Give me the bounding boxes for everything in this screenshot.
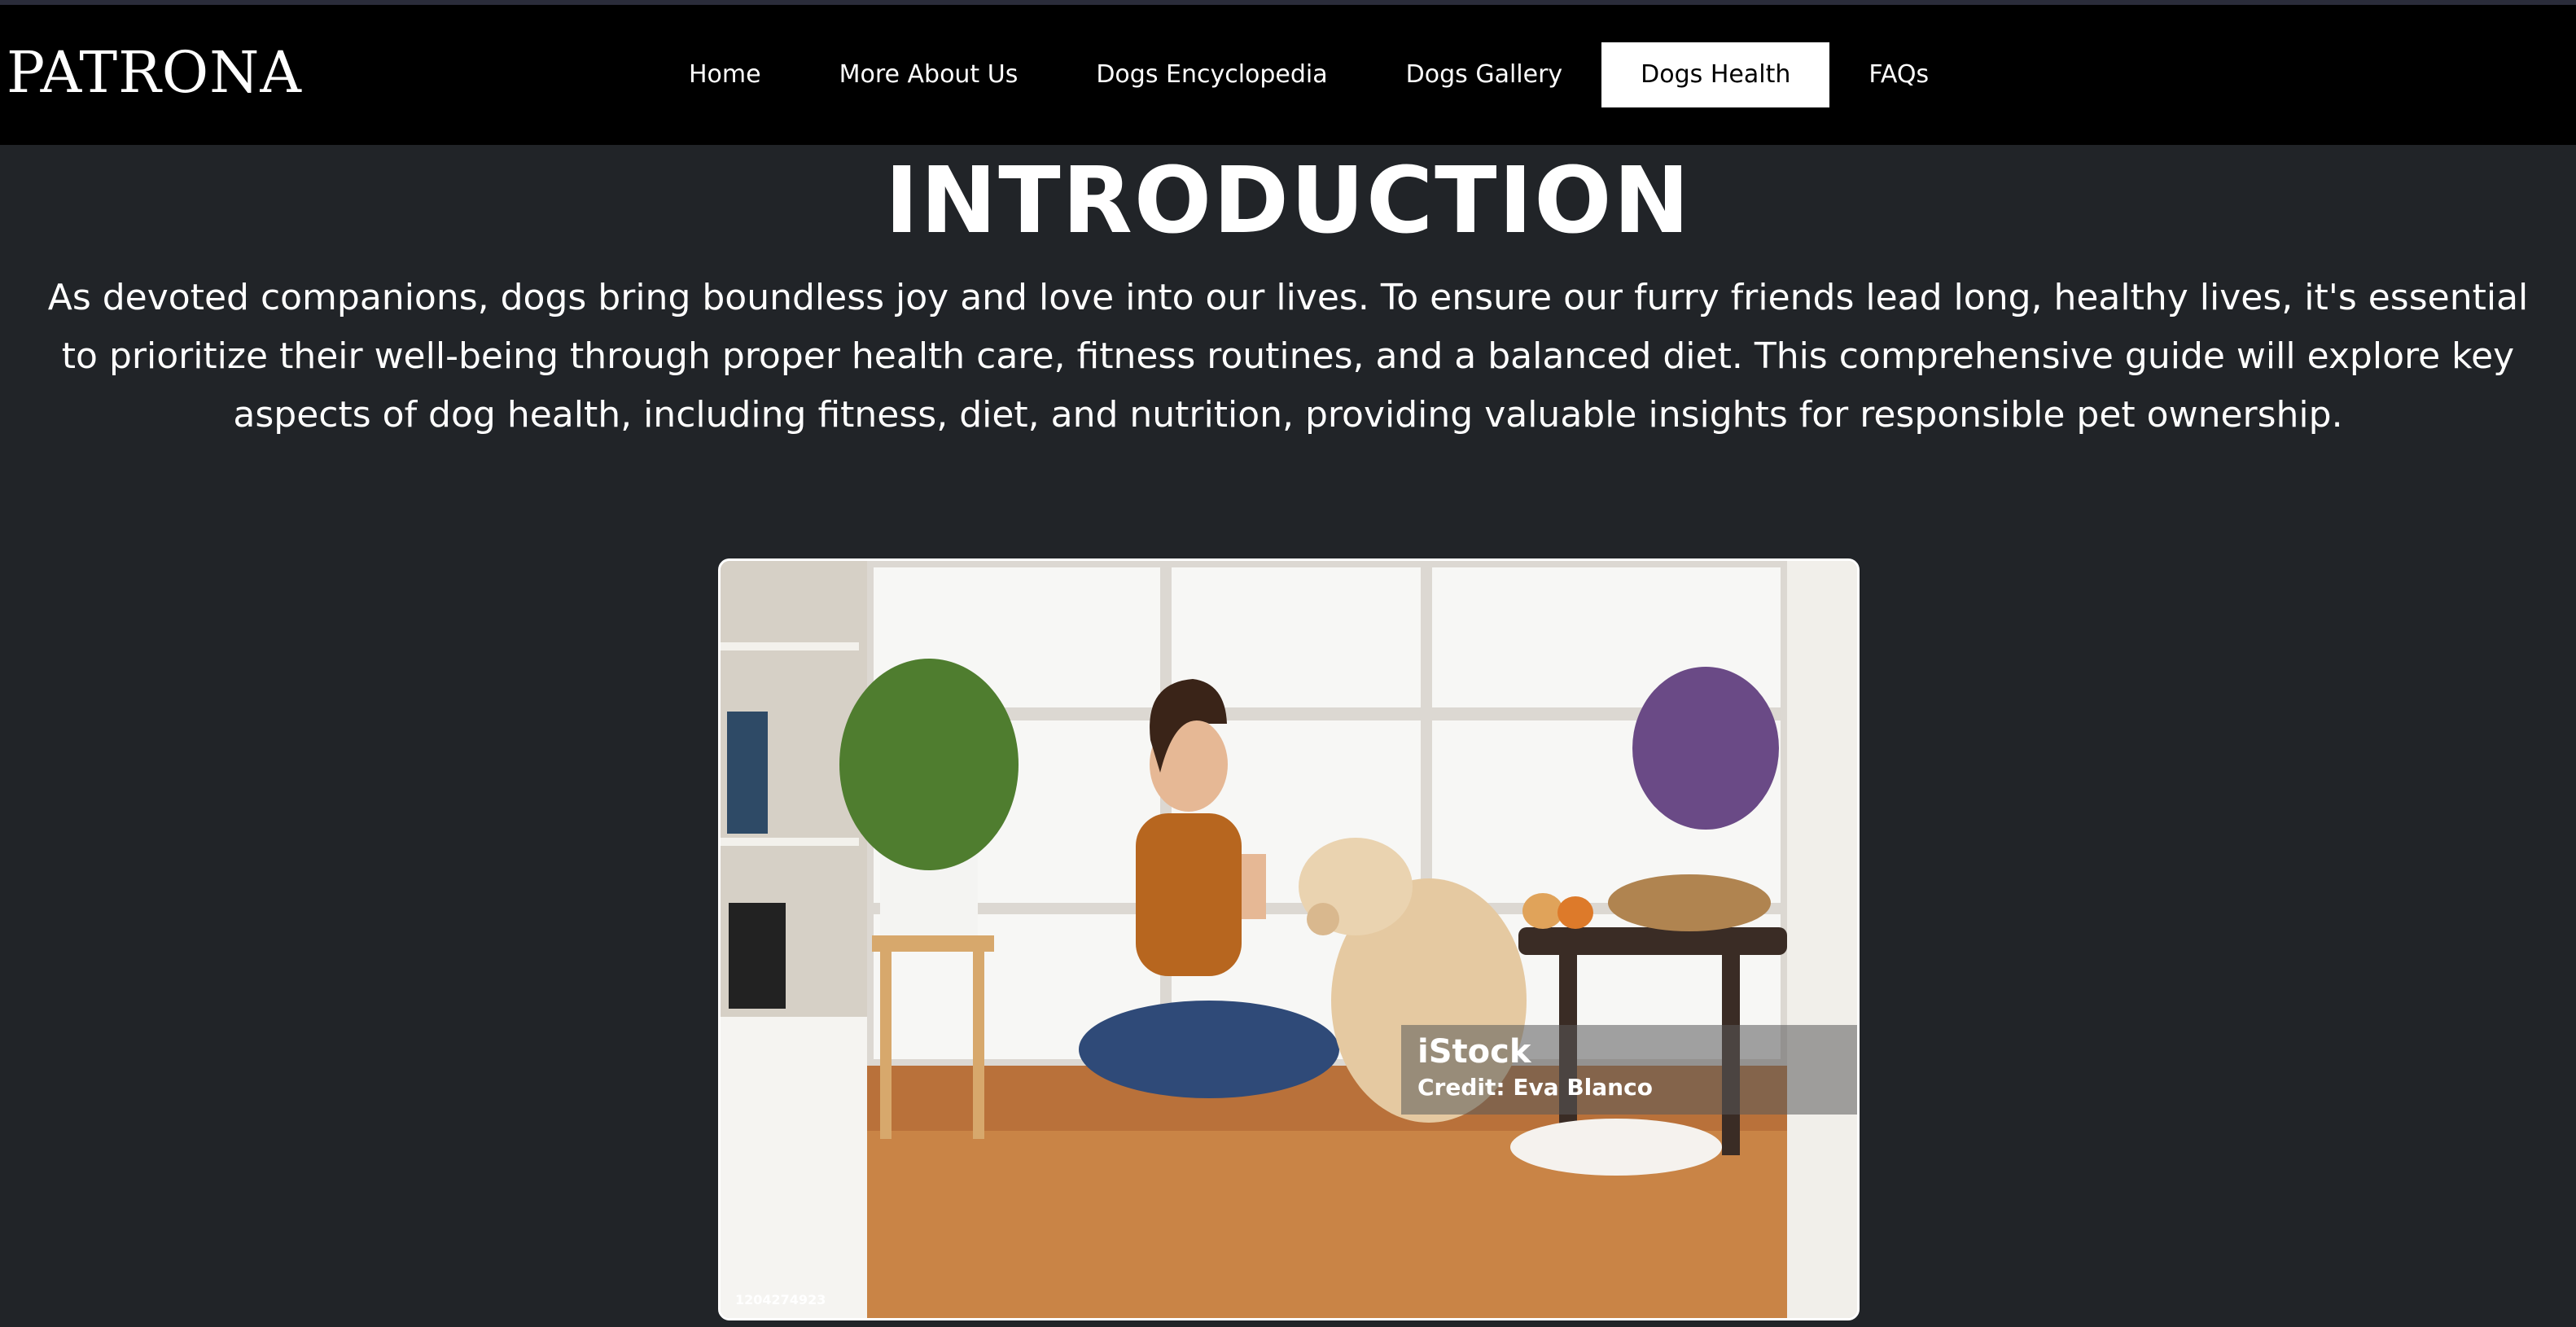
image-credit-overlay: iStock Credit: Eva Blanco <box>1401 1025 1857 1115</box>
intro-paragraph: As devoted companions, dogs bring boundl… <box>47 277 2529 436</box>
page-title: INTRODUCTION <box>884 148 1692 254</box>
site-logo[interactable]: PATRONA <box>7 39 302 106</box>
main-nav: Home More About Us Dogs Encyclopedia Dog… <box>650 42 1968 107</box>
istock-watermark: iStock <box>1417 1033 1531 1071</box>
nav-link-dogs-encyclopedia[interactable]: Dogs Encyclopedia <box>1057 42 1366 107</box>
hero-photo: iStock Credit: Eva Blanco 1204274923 <box>718 558 1860 1320</box>
navbar: PATRONA Home More About Us Dogs Encyclop… <box>0 5 2576 145</box>
nav-link-dogs-gallery[interactable]: Dogs Gallery <box>1367 42 1602 107</box>
photo-credit: Credit: Eva Blanco <box>1417 1074 1653 1101</box>
hero-photo-illustration <box>721 561 1857 1318</box>
nav-link-dogs-health[interactable]: Dogs Health <box>1601 42 1830 107</box>
stock-image-id: 1204274923 <box>735 1292 826 1307</box>
nav-link-faqs[interactable]: FAQs <box>1829 42 1968 107</box>
nav-link-more-about-us[interactable]: More About Us <box>800 42 1058 107</box>
nav-link-home[interactable]: Home <box>650 42 800 107</box>
